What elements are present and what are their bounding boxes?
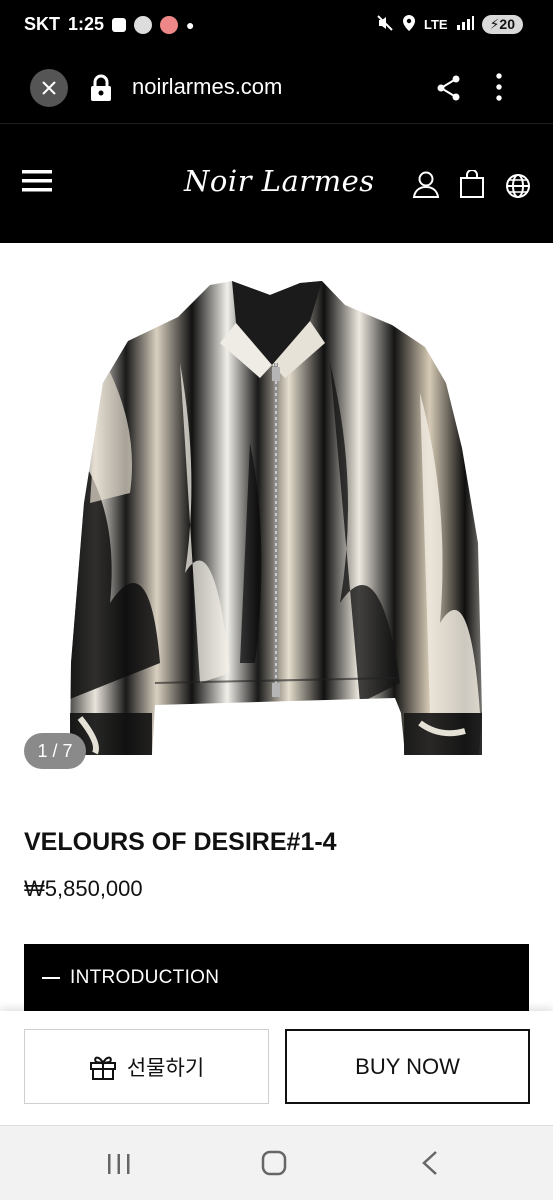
status-bar: SKT 1:25 ● LTE ⚡20 — [0, 0, 553, 52]
url-field[interactable]: noirlarmes.com — [132, 74, 282, 100]
more-vert-icon[interactable] — [495, 72, 503, 107]
app-notification-icon-2 — [160, 15, 179, 34]
mute-icon — [376, 14, 394, 35]
buy-now-label: BUY NOW — [355, 1053, 460, 1079]
system-navigation-bar — [0, 1125, 553, 1200]
shopping-bag-icon[interactable] — [459, 169, 485, 203]
browser-toolbar: noirlarmes.com — [0, 52, 553, 124]
more-notifications-dot: ● — [186, 16, 195, 33]
product-price: ₩5,850,000 — [24, 876, 143, 901]
network-type: LTE — [423, 17, 448, 32]
menu-icon[interactable] — [22, 168, 52, 199]
status-left: SKT 1:25 ● — [24, 14, 195, 35]
site-logo[interactable]: Noir Larmes — [184, 164, 375, 198]
gift-label: 선물하기 — [126, 1055, 205, 1080]
close-icon — [42, 81, 56, 95]
signal-icon — [456, 15, 474, 34]
purchase-action-bar: 선물하기 BUY NOW — [0, 1011, 553, 1125]
globe-icon[interactable] — [505, 173, 531, 204]
product-image[interactable] — [0, 243, 553, 788]
site-header: Noir Larmes — [0, 124, 553, 243]
product-title: VELOURS OF DESIRE#1-4 — [24, 828, 337, 856]
battery-indicator: ⚡20 — [481, 15, 523, 34]
lock-icon — [90, 74, 112, 107]
home-icon[interactable] — [261, 1150, 287, 1181]
notification-icon — [112, 17, 127, 32]
share-icon[interactable] — [436, 74, 462, 107]
introduction-label: INTRODUCTION — [70, 966, 220, 988]
user-icon[interactable] — [412, 170, 440, 203]
product-gallery[interactable]: 1 / 7 — [0, 243, 553, 788]
gift-button[interactable]: 선물하기 — [24, 1029, 269, 1104]
gift-icon — [89, 1056, 116, 1080]
image-counter: 1 / 7 — [24, 733, 86, 769]
recents-icon[interactable] — [106, 1152, 132, 1181]
collapse-icon — [42, 976, 60, 979]
battery-level: 20 — [499, 16, 515, 32]
location-icon — [402, 14, 416, 35]
app-notification-icon — [134, 15, 153, 34]
introduction-toggle[interactable]: INTRODUCTION — [24, 944, 529, 1011]
close-tab-button[interactable] — [30, 69, 68, 107]
carrier-label: SKT — [24, 14, 60, 34]
buy-now-button[interactable]: BUY NOW — [285, 1029, 530, 1104]
clock: 1:25 — [68, 14, 105, 34]
back-icon[interactable] — [421, 1150, 439, 1181]
status-right: LTE ⚡20 — [376, 14, 523, 35]
